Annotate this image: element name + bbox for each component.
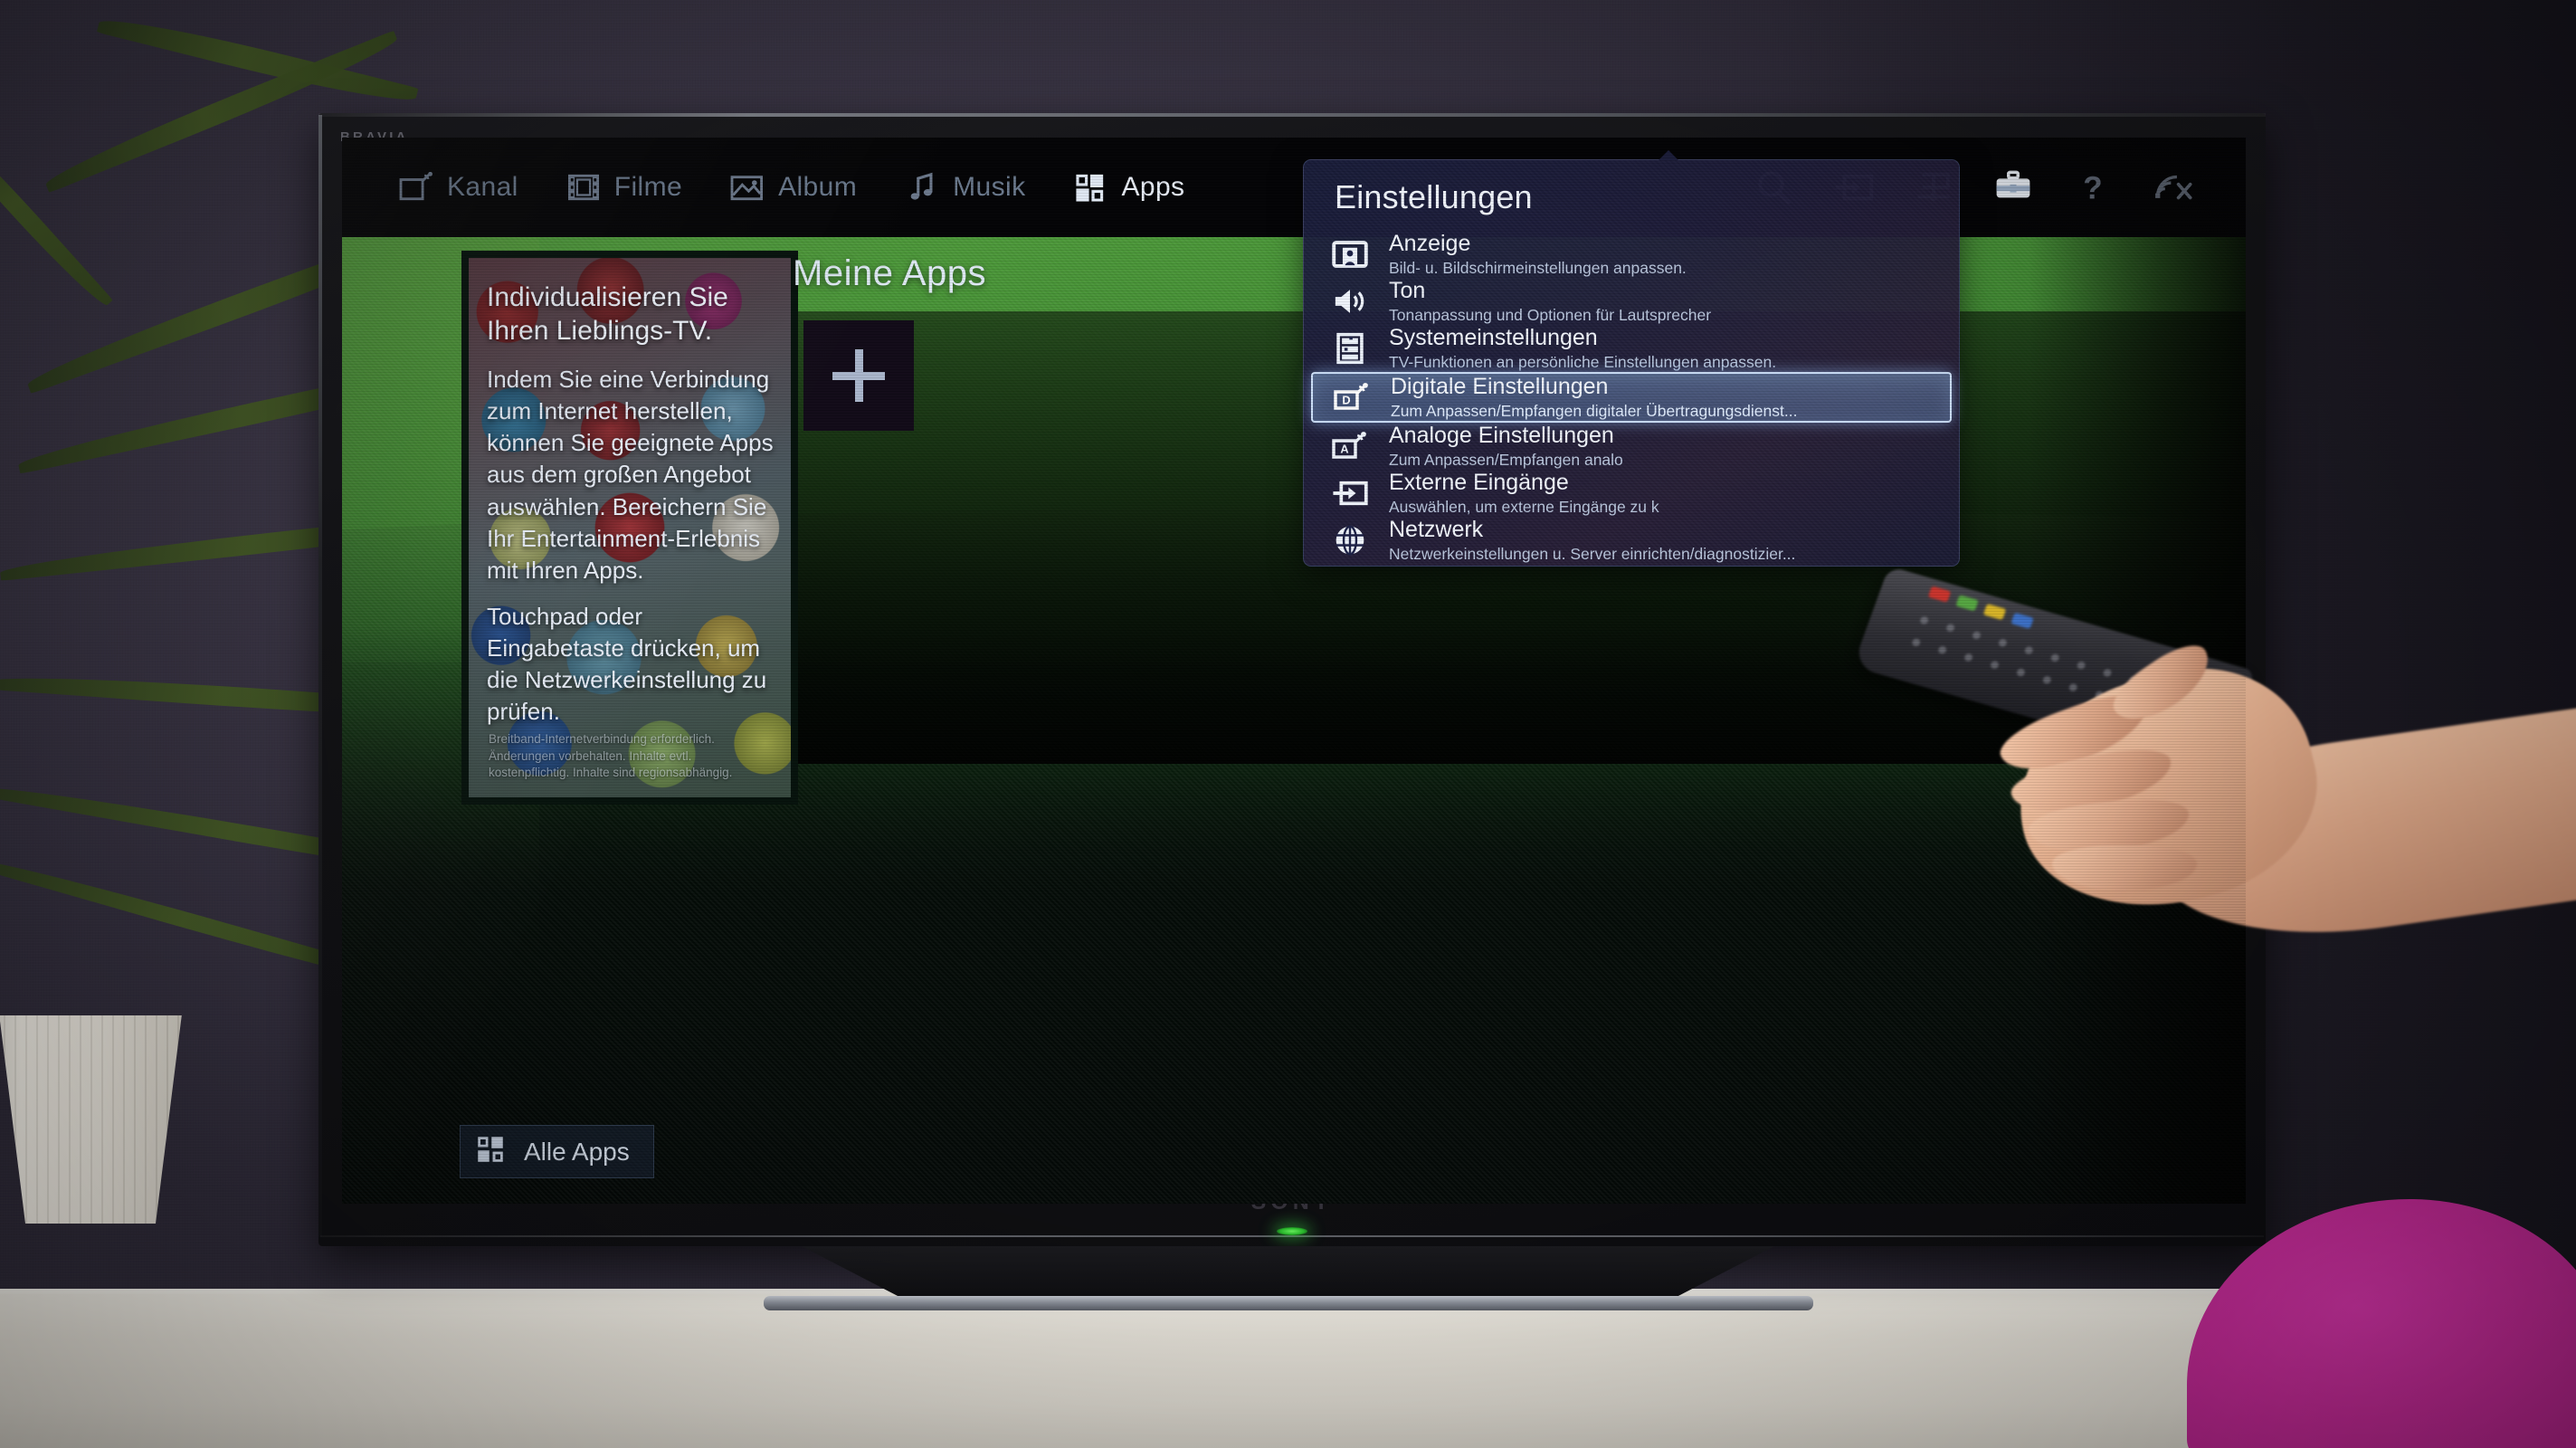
room-scene: BRAVIA SONY Individualisieren Sie Ihren … bbox=[0, 0, 2576, 1448]
all-apps-button[interactable]: Alle Apps bbox=[460, 1125, 654, 1178]
nav-label-apps: Apps bbox=[1121, 172, 1185, 202]
digital-broadcast-icon: D bbox=[1333, 379, 1371, 415]
settings-item-text: Anzeige Bild- u. Bildschirmeinstellungen… bbox=[1389, 231, 1687, 279]
settings-item-text: Systemeinstellungen TV-Funktionen an per… bbox=[1389, 325, 1776, 373]
promo-card[interactable]: Individualisieren Sie Ihren Lieblings-TV… bbox=[461, 251, 798, 805]
speaker-volume-icon bbox=[1331, 283, 1369, 319]
settings-item-label: Anzeige bbox=[1389, 230, 1471, 256]
network-disconnected-icon[interactable] bbox=[2152, 168, 2193, 206]
help-question-icon[interactable]: ? bbox=[2072, 168, 2114, 206]
tv-stand-base bbox=[763, 1296, 1813, 1310]
settings-item-description: Tonanpassung und Optionen für Lautsprech… bbox=[1389, 306, 1712, 325]
settings-item-label: Externe Eingänge bbox=[1389, 469, 1569, 495]
settings-item-label: Ton bbox=[1389, 277, 1426, 303]
settings-item-ton[interactable]: Ton Tonanpassung und Optionen für Lautsp… bbox=[1304, 278, 1959, 325]
settings-item-netzwerk[interactable]: Netzwerk Netzwerkeinstellungen u. Server… bbox=[1304, 517, 1959, 564]
nav-label-musik: Musik bbox=[953, 172, 1026, 202]
settings-panel-pointer bbox=[1659, 150, 1678, 160]
nav-item-album[interactable]: Album bbox=[729, 172, 857, 203]
settings-item-description: Bild- u. Bildschirmeinstellungen anpasse… bbox=[1389, 259, 1687, 278]
tv-bezel-highlight-left bbox=[318, 115, 322, 1237]
promo-fineprint: Breitband-Internetverbindung erforderlic… bbox=[489, 732, 733, 779]
settings-item-label: Digitale Einstellungen bbox=[1391, 373, 1609, 399]
nav-label-album: Album bbox=[778, 172, 858, 202]
toolbox-settings-icon[interactable] bbox=[1992, 168, 2034, 206]
nav-label-kanal: Kanal bbox=[447, 172, 518, 202]
apps-grid-icon bbox=[477, 1136, 504, 1167]
settings-item-anzeige[interactable]: Anzeige Bild- u. Bildschirmeinstellungen… bbox=[1304, 231, 1959, 278]
remote-yellow-button bbox=[1982, 603, 2007, 621]
tv-chin-highlight bbox=[320, 1235, 2264, 1237]
nav-items: Kanal Filme Album Musik Apps bbox=[398, 171, 1184, 203]
promo-paragraph-1: Indem Sie eine Verbindung zum Internet h… bbox=[487, 366, 774, 584]
remote-blue-button bbox=[2010, 612, 2034, 630]
settings-item-text: Ton Tonanpassung und Optionen für Lautsp… bbox=[1389, 278, 1711, 326]
nav-item-kanal[interactable]: Kanal bbox=[398, 171, 518, 203]
settings-item-description: Zum Anpassen/Empfangen analo bbox=[1389, 451, 1623, 470]
promo-image: Individualisieren Sie Ihren Lieblings-TV… bbox=[469, 258, 791, 797]
plus-icon-vertical bbox=[854, 349, 863, 402]
nav-item-filme[interactable]: Filme bbox=[566, 172, 682, 203]
settings-item-description: TV-Funktionen an persönliche Einstellung… bbox=[1389, 353, 1777, 372]
settings-item-text: Analoge Einstellungen Zum Anpassen/Empfa… bbox=[1389, 423, 1623, 471]
all-apps-label: Alle Apps bbox=[524, 1137, 630, 1166]
tv-stand-neck bbox=[801, 1246, 1775, 1299]
svg-text:A: A bbox=[1340, 443, 1348, 456]
settings-item-externe-eingaenge[interactable]: Externe Eingänge Auswählen, um externe E… bbox=[1304, 470, 1959, 517]
hand-with-remote bbox=[1852, 566, 2576, 1077]
top-navigation-bar: Kanal Filme Album Musik Apps ? bbox=[342, 138, 2246, 237]
apps-grid-icon bbox=[1072, 172, 1108, 203]
settings-item-text: Digitale Einstellungen Zum Anpassen/Empf… bbox=[1391, 374, 1797, 422]
globe-network-icon bbox=[1331, 522, 1369, 558]
settings-item-description: Auswählen, um externe Eingänge zu k bbox=[1389, 498, 1659, 517]
power-led-indicator bbox=[1277, 1227, 1307, 1235]
svg-text:?: ? bbox=[2083, 170, 2102, 205]
remote-green-button bbox=[1955, 595, 1979, 612]
settings-item-analoge-einstellungen[interactable]: A Analoge Einstellungen Zum Anpassen/Emp… bbox=[1304, 423, 1959, 470]
settings-item-description: Zum Anpassen/Empfangen digitaler Übertra… bbox=[1391, 402, 1798, 421]
settings-item-description: Netzwerkeinstellungen u. Server einricht… bbox=[1389, 545, 1796, 564]
add-app-tile[interactable] bbox=[803, 320, 914, 431]
display-picture-icon bbox=[1331, 236, 1369, 272]
nav-item-musik[interactable]: Musik bbox=[904, 172, 1025, 203]
settings-item-text: Externe Eingänge Auswählen, um externe E… bbox=[1389, 470, 1659, 518]
film-icon bbox=[566, 172, 602, 203]
settings-item-text: Netzwerk Netzwerkeinstellungen u. Server… bbox=[1389, 517, 1795, 565]
settings-item-systemeinstellungen[interactable]: Systemeinstellungen TV-Funktionen an per… bbox=[1304, 325, 1959, 372]
promo-heading: Individualisieren Sie Ihren Lieblings-TV… bbox=[487, 282, 728, 346]
nav-label-filme: Filme bbox=[613, 172, 683, 202]
promo-paragraph-2: Touchpad oder Eingabetaste drücken, um d… bbox=[487, 602, 767, 726]
nav-item-apps[interactable]: Apps bbox=[1072, 172, 1184, 203]
photo-icon bbox=[729, 172, 765, 203]
external-input-icon bbox=[1331, 475, 1369, 511]
settings-panel-title: Einstellungen bbox=[1335, 178, 1533, 215]
analog-broadcast-icon: A bbox=[1331, 428, 1369, 464]
system-list-icon bbox=[1331, 330, 1369, 367]
settings-item-label: Netzwerk bbox=[1389, 516, 1484, 542]
svg-text:D: D bbox=[1342, 394, 1350, 407]
remote-red-button bbox=[1927, 586, 1952, 603]
settings-panel: Einstellungen Anzeige Bild- u. Bildschir… bbox=[1303, 150, 1960, 567]
tv-bezel-highlight bbox=[318, 113, 2266, 117]
promo-text-block: Individualisieren Sie Ihren Lieblings-TV… bbox=[487, 281, 778, 742]
settings-item-digitale-einstellungen[interactable]: D Digitale Einstellungen Zum Anpassen/Em… bbox=[1311, 372, 1952, 423]
settings-item-label: Systemeinstellungen bbox=[1389, 324, 1598, 350]
my-apps-title: Meine Apps bbox=[793, 253, 987, 293]
settings-item-label: Analoge Einstellungen bbox=[1389, 422, 1614, 448]
music-note-icon bbox=[904, 172, 940, 203]
channel-icon bbox=[398, 171, 434, 203]
